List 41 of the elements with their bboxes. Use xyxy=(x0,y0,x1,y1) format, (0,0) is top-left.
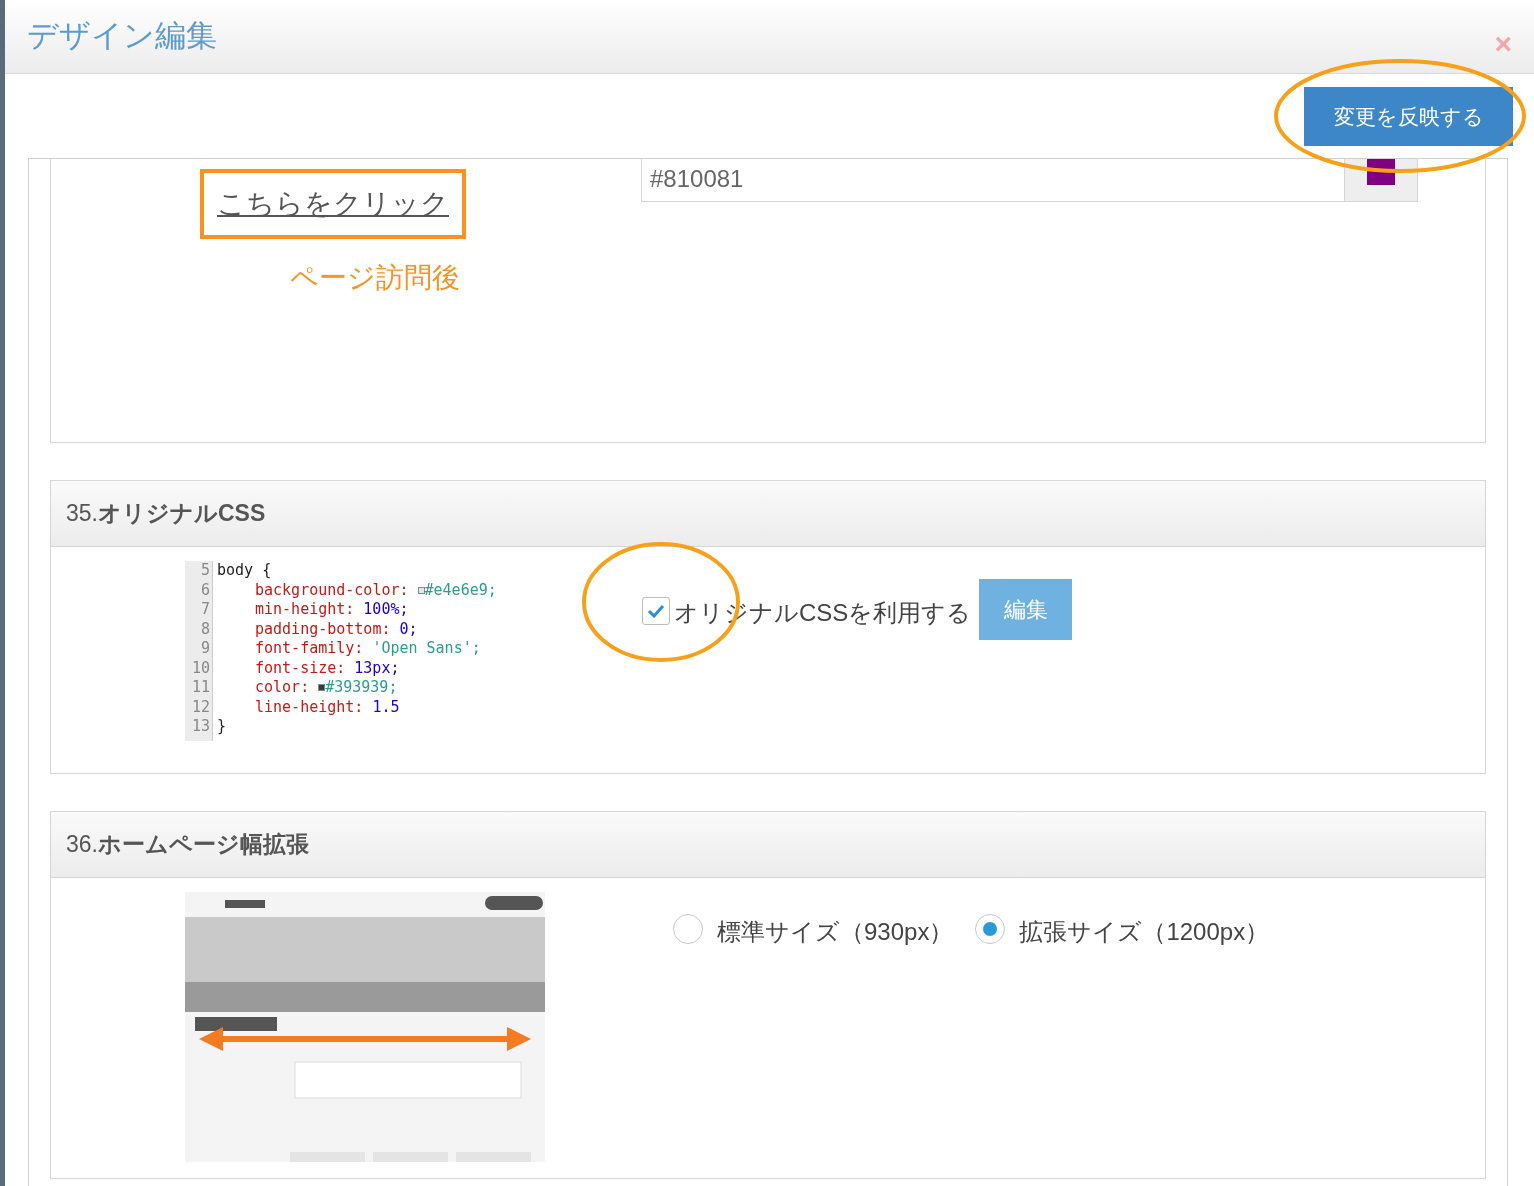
css-property: background-color: xyxy=(255,580,409,600)
color-value: #810081 xyxy=(649,164,745,194)
line-number: 10 xyxy=(190,658,210,678)
radio-label[interactable]: 拡張サイズ（1200px） xyxy=(1019,914,1270,950)
css-value: #e4e6e9; xyxy=(424,580,497,600)
code-line: } xyxy=(217,717,227,737)
color-field[interactable]: #810081 xyxy=(641,159,1418,202)
radio-button[interactable] xyxy=(673,914,703,944)
line-number: 13 xyxy=(190,717,210,737)
color-picker-button[interactable] xyxy=(1344,159,1417,201)
line-number: 8 xyxy=(199,619,210,639)
line-number: 12 xyxy=(190,697,210,717)
css-property: font-family: xyxy=(255,639,364,659)
apply-button[interactable]: 変更を反映する xyxy=(1304,87,1513,146)
radio-button[interactable] xyxy=(975,914,1006,944)
css-property: font-size: xyxy=(255,658,346,678)
section-heading: 35.オリジナルCSS xyxy=(66,499,266,529)
css-value: 1.5 xyxy=(372,697,400,717)
color-swatch-icon xyxy=(318,684,326,692)
css-property: color: xyxy=(255,678,310,698)
line-number: 9 xyxy=(199,639,210,659)
color-swatch-icon xyxy=(417,586,425,594)
line-number: 6 xyxy=(199,580,210,600)
checkbox[interactable] xyxy=(642,597,670,625)
line-number: 5 xyxy=(199,561,210,581)
css-value: #393939; xyxy=(325,678,398,698)
dialog-title: デザイン編集 xyxy=(27,17,217,56)
line-number: 11 xyxy=(190,678,210,698)
css-value: 0; xyxy=(399,619,418,639)
code-line: body { xyxy=(217,561,272,581)
css-value: 'Open Sans'; xyxy=(372,639,481,659)
css-property: line-height: xyxy=(255,697,364,717)
checkmark-icon xyxy=(647,604,665,618)
line-number: 7 xyxy=(199,600,210,620)
css-value: 13px; xyxy=(354,658,400,678)
preview-caption: ページ訪問後 xyxy=(290,262,460,293)
section-heading: 36.ホームページ幅拡張 xyxy=(66,830,309,860)
radio-label[interactable]: 標準サイズ（930px） xyxy=(717,914,954,950)
css-property: padding-bottom: xyxy=(255,619,391,639)
css-value: 100%; xyxy=(363,600,409,620)
css-property: min-height: xyxy=(255,600,355,620)
